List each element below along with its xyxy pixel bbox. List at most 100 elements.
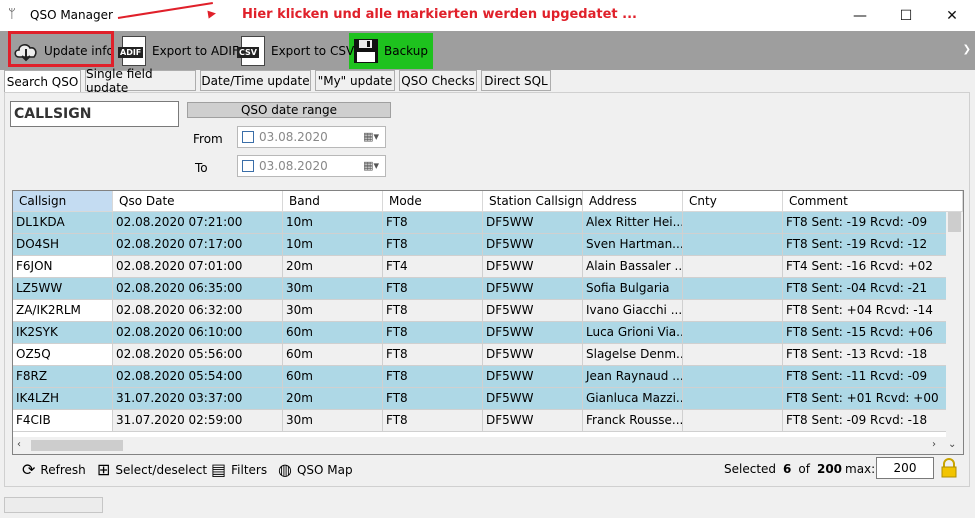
cell-band[interactable]: 20m [283,388,383,410]
calendar-dropdown-icon[interactable]: ▦▾ [363,159,379,172]
cell-address[interactable]: Sven Hartman... [583,234,683,256]
cell-comment[interactable]: FT4 Sent: -16 Rcvd: +02 [783,256,963,278]
filters-button[interactable]: ▤ Filters [211,460,267,479]
scroll-down-icon[interactable]: ⌄ [948,439,956,450]
cell-cnty[interactable] [683,234,783,256]
cell-cnty[interactable] [683,410,783,432]
cell-mode[interactable]: FT8 [383,410,483,432]
cell-station-callsign[interactable]: DF5WW [483,410,583,432]
cell-callsign[interactable]: IK4LZH [13,388,113,410]
table-row[interactable]: IK2SYK 02.08.2020 06:10:00 60m FT8 DF5WW Luca… [13,322,963,344]
cell-address[interactable]: Sofia Bulgaria [583,278,683,300]
cell-address[interactable]: Alain Bassaler ... [583,256,683,278]
qso-grid[interactable]: Callsign Qso Date Band Mode Station Call… [12,190,964,455]
cell-mode[interactable]: FT8 [383,388,483,410]
tab-search-qso[interactable]: Search QSO [4,70,81,93]
cell-callsign[interactable]: F6JON [13,256,113,278]
cell-band[interactable]: 60m [283,366,383,388]
table-row[interactable]: F6JON 02.08.2020 07:01:00 20m FT4 DF5WW Alain… [13,256,963,278]
cell-address[interactable]: Luca Grioni Via... [583,322,683,344]
cell-qso-date[interactable]: 02.08.2020 06:10:00 [113,322,283,344]
cell-mode[interactable]: FT8 [383,366,483,388]
cell-callsign[interactable]: F4CIB [13,410,113,432]
cell-callsign[interactable]: DO4SH [13,234,113,256]
cell-station-callsign[interactable]: DF5WW [483,212,583,234]
tab-date-time-update[interactable]: Date/Time update [200,70,311,91]
cell-station-callsign[interactable]: DF5WW [483,366,583,388]
lock-icon[interactable] [940,458,958,478]
cell-cnty[interactable] [683,322,783,344]
cell-callsign[interactable]: ZA/IK2RLM [13,300,113,322]
max-input[interactable]: 200 [876,457,934,479]
from-date-checkbox[interactable] [242,131,254,143]
cell-mode[interactable]: FT8 [383,344,483,366]
table-row[interactable]: IK4LZH 31.07.2020 03:37:00 20m FT8 DF5WW Gian… [13,388,963,410]
cell-comment[interactable]: FT8 Sent: -19 Rcvd: -12 [783,234,963,256]
cell-band[interactable]: 10m [283,212,383,234]
cell-address[interactable]: Ivano Giacchi ... [583,300,683,322]
cell-cnty[interactable] [683,212,783,234]
export-adif-button[interactable]: ADIF Export to ADIF [118,34,239,68]
cell-band[interactable]: 10m [283,234,383,256]
column-header-qso-date[interactable]: Qso Date [113,191,283,212]
tab-single-field-update[interactable]: Single field update [85,67,196,95]
cell-mode[interactable]: FT4 [383,256,483,278]
cell-cnty[interactable] [683,344,783,366]
cell-band[interactable]: 30m [283,278,383,300]
cell-comment[interactable]: FT8 Sent: -11 Rcvd: -09 [783,366,963,388]
select-deselect-button[interactable]: ⊞ Select/deselect [97,460,207,479]
cell-address[interactable]: Franck Rousse... [583,410,683,432]
cell-callsign[interactable]: OZ5Q [13,344,113,366]
tab-direct-sql[interactable]: Direct SQL [481,70,551,91]
cell-band[interactable]: 60m [283,322,383,344]
cell-band[interactable]: 60m [283,344,383,366]
cell-station-callsign[interactable]: DF5WW [483,278,583,300]
table-row[interactable]: ZA/IK2RLM 02.08.2020 06:32:00 30m FT8 DF5WW I… [13,300,963,322]
cell-band[interactable]: 30m [283,300,383,322]
cell-callsign[interactable]: DL1KDA [13,212,113,234]
cell-station-callsign[interactable]: DF5WW [483,256,583,278]
column-header-station-callsign[interactable]: Station Callsign [483,191,583,212]
cell-address[interactable]: Alex Ritter Hei... [583,212,683,234]
cell-qso-date[interactable]: 02.08.2020 06:32:00 [113,300,283,322]
close-button[interactable]: ✕ [929,0,975,31]
cell-comment[interactable]: FT8 Sent: -04 Rcvd: -21 [783,278,963,300]
cell-qso-date[interactable]: 02.08.2020 05:56:00 [113,344,283,366]
cell-comment[interactable]: FT8 Sent: +04 Rcvd: -14 [783,300,963,322]
column-header-comment[interactable]: Comment [783,191,963,212]
tab-my-update[interactable]: "My" update [315,70,395,91]
table-row[interactable]: OZ5Q 02.08.2020 05:56:00 60m FT8 DF5WW Slagel… [13,344,963,366]
tab-qso-checks[interactable]: QSO Checks [399,70,477,91]
cell-mode[interactable]: FT8 [383,322,483,344]
to-date-picker[interactable]: 03.08.2020 ▦▾ [237,155,386,177]
cell-comment[interactable]: FT8 Sent: -13 Rcvd: -18 [783,344,963,366]
cell-comment[interactable]: FT8 Sent: -15 Rcvd: +06 [783,322,963,344]
qso-map-button[interactable]: ◍ QSO Map [278,460,353,479]
cell-cnty[interactable] [683,278,783,300]
cell-cnty[interactable] [683,366,783,388]
horizontal-scrollbar[interactable]: ‹ › ⌄ [13,437,963,454]
scroll-right-icon[interactable]: › [932,439,936,450]
vertical-scrollbar[interactable] [946,212,963,439]
cell-comment[interactable]: FT8 Sent: +01 Rcvd: +00 [783,388,963,410]
column-header-address[interactable]: Address [583,191,683,212]
vertical-scroll-thumb[interactable] [948,212,961,232]
table-row[interactable]: LZ5WW 02.08.2020 06:35:00 30m FT8 DF5WW Sofia… [13,278,963,300]
cell-comment[interactable]: FT8 Sent: -19 Rcvd: -09 [783,212,963,234]
cell-address[interactable]: Slagelse Denm... [583,344,683,366]
cell-qso-date[interactable]: 31.07.2020 03:37:00 [113,388,283,410]
from-date-picker[interactable]: 03.08.2020 ▦▾ [237,126,386,148]
cell-comment[interactable]: FT8 Sent: -09 Rcvd: -18 [783,410,963,432]
cell-mode[interactable]: FT8 [383,234,483,256]
cell-qso-date[interactable]: 02.08.2020 07:01:00 [113,256,283,278]
export-csv-button[interactable]: CSV Export to CSV [237,34,354,68]
toolbar-overflow-icon[interactable]: ❯ [963,44,971,55]
scroll-left-icon[interactable]: ‹ [17,439,21,450]
cell-callsign[interactable]: IK2SYK [13,322,113,344]
maximize-button[interactable]: ☐ [883,0,929,31]
cell-mode[interactable]: FT8 [383,278,483,300]
cell-band[interactable]: 30m [283,410,383,432]
cell-band[interactable]: 20m [283,256,383,278]
column-header-band[interactable]: Band [283,191,383,212]
column-header-cnty[interactable]: Cnty [683,191,783,212]
